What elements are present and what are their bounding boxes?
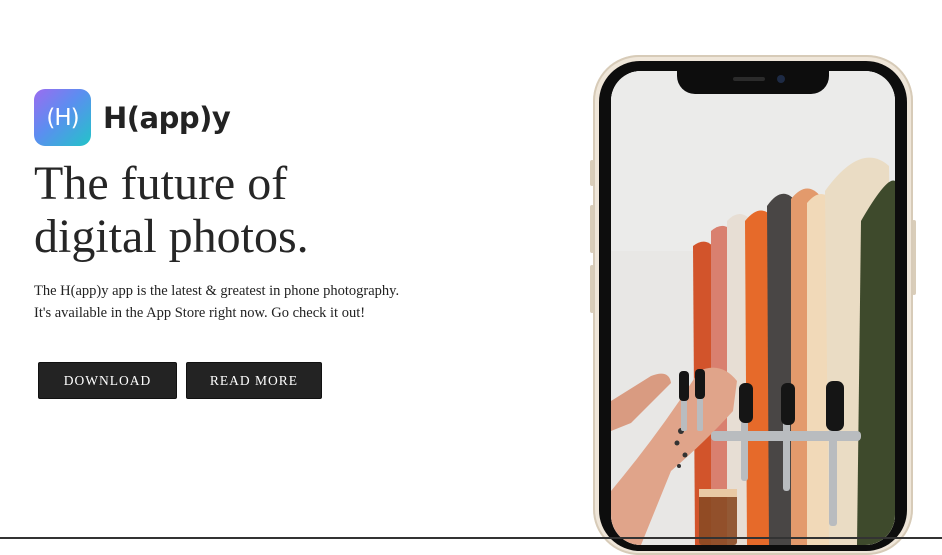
front-camera-icon — [777, 75, 785, 83]
description-line-1: The H(app)y app is the latest & greatest… — [34, 283, 400, 299]
app-logo-glyph: (H) — [46, 104, 79, 131]
logo-row: (H) H(app)y — [34, 89, 231, 146]
phone-screen — [611, 71, 895, 545]
headline-line-1: The future of — [34, 157, 288, 210]
app-logo-icon: (H) — [34, 89, 91, 146]
phone-mockup — [590, 55, 916, 555]
description-line-2: It's available in the App Store right no… — [34, 305, 366, 321]
hero-headline: The future of digital photos. — [34, 157, 309, 263]
hero-description: The H(app)y app is the latest & greatest… — [34, 280, 399, 324]
read-more-button[interactable]: READ MORE — [186, 362, 322, 399]
headline-line-2: digital photos. — [34, 210, 309, 263]
speaker-grille — [733, 77, 765, 81]
phone-notch — [677, 69, 829, 94]
download-button[interactable]: DOWNLOAD — [38, 362, 177, 399]
brand-name: H(app)y — [103, 100, 231, 135]
tap-handles-photo — [611, 71, 895, 545]
